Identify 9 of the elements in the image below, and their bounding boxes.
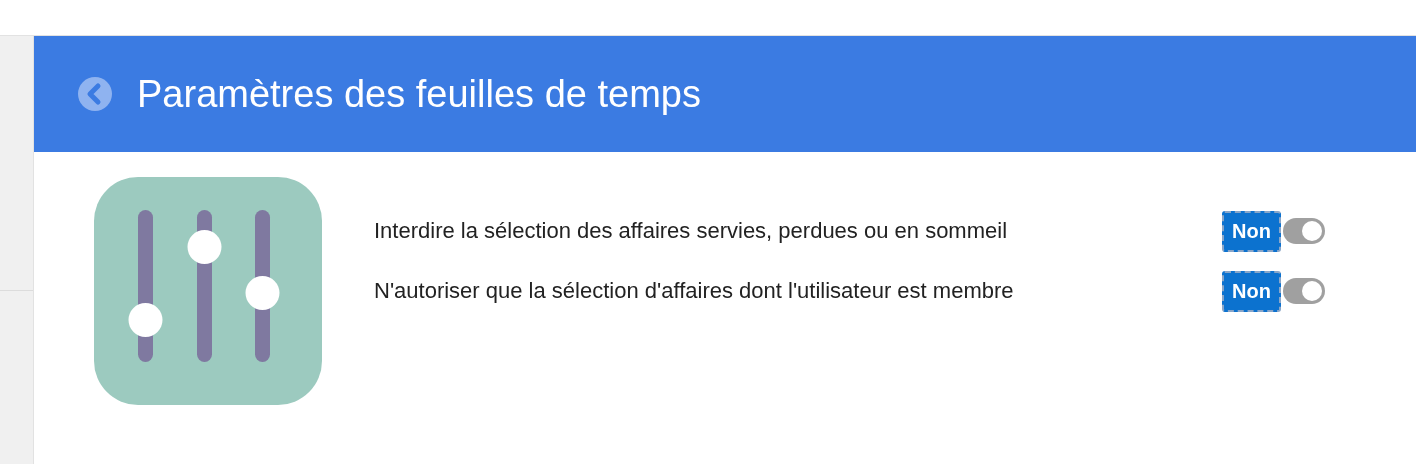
setting-label: N'autoriser que la sélection d'affaires dont l'utilisateur est membre bbox=[374, 278, 1015, 304]
toggle-switch[interactable] bbox=[1282, 278, 1325, 304]
page-title: Paramètres des feuilles de temps bbox=[137, 72, 701, 116]
toggle-switch[interactable] bbox=[1282, 218, 1325, 244]
value-badge: Non bbox=[1222, 210, 1281, 252]
value-badge: Non bbox=[1222, 270, 1281, 312]
back-icon[interactable] bbox=[78, 77, 112, 111]
setting-label: Interdire la sélection des affaires servies, perdues ou en sommeil bbox=[374, 218, 1009, 244]
sliders-icon bbox=[94, 177, 322, 405]
